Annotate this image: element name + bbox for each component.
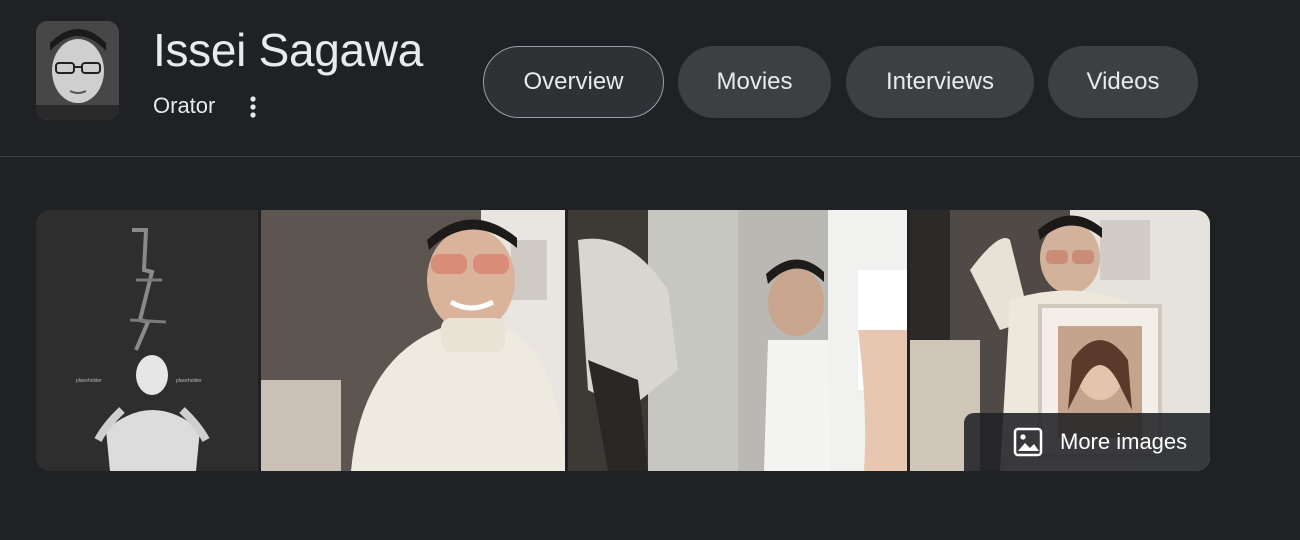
gallery-image[interactable] [261,210,565,471]
knowledge-panel-header: Issei Sagawa Orator Overview Movies Inte… [0,0,1300,157]
svg-text:placeholder: placeholder [176,378,202,384]
svg-text:placeholder: placeholder [76,378,102,384]
more-images-label: More images [1060,429,1188,454]
more-images-button[interactable]: More images [964,413,1210,471]
more-options-icon[interactable] [238,92,268,122]
gallery-image[interactable] [568,210,907,471]
tab-interviews[interactable]: Interviews [846,46,1034,118]
tab-overview[interactable]: Overview [483,46,664,118]
avatar[interactable] [36,21,119,120]
tab-movies[interactable]: Movies [678,46,831,118]
tab-videos[interactable]: Videos [1048,46,1198,118]
image-icon [1013,427,1043,457]
entity-title: Issei Sagawa [153,24,423,76]
entity-description: Orator [153,93,216,118]
gallery-image[interactable]: placeholder placeholder [36,210,258,471]
